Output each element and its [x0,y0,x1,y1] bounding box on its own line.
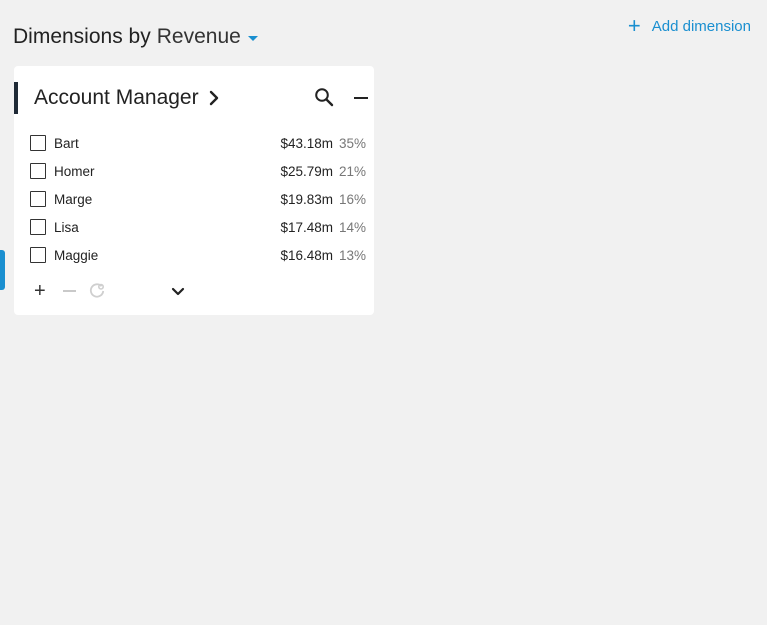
card-title-text: Account Manager [34,86,199,109]
plus-icon: + [627,13,641,38]
card-title-accent [14,82,18,114]
card-title[interactable]: Account Manager [34,85,219,111]
list-item[interactable]: Maggie $16.48m 13% [14,242,374,270]
page-title: Dimensions by [13,25,151,48]
list-item[interactable]: Lisa $17.48m 14% [14,214,374,242]
reset-icon [88,282,106,305]
metric-dropdown[interactable]: Revenue [157,24,241,50]
row-value: $16.48m [280,248,333,263]
row-percent: 35% [338,136,366,151]
row-name: Marge [54,192,93,207]
card-footer: + [14,280,374,302]
dimension-card: Account Manager Bart $43.18m 35% Homer $… [14,66,374,315]
chevron-down-icon[interactable] [171,284,185,302]
row-percent: 21% [338,164,366,179]
add-dimension-label: Add dimension [651,17,751,35]
row-checkbox[interactable] [30,219,46,235]
row-percent: 16% [338,192,366,207]
collapse-minus-icon[interactable] [354,97,368,99]
row-checkbox[interactable] [30,191,46,207]
row-checkbox[interactable] [30,247,46,263]
caret-down-icon[interactable] [247,35,258,41]
row-name: Lisa [54,220,79,235]
exclude-minus-icon [63,290,76,292]
row-name: Bart [54,136,79,151]
list-item[interactable]: Homer $25.79m 21% [14,158,374,186]
row-name: Maggie [54,248,99,263]
include-plus-icon[interactable]: + [34,280,46,302]
row-value: $17.48m [280,220,333,235]
row-percent: 14% [338,220,366,235]
row-value: $43.18m [280,136,333,151]
row-value: $25.79m [280,164,333,179]
side-panel-tab[interactable] [0,250,5,290]
page-header: Dimensions by Revenue [13,24,258,50]
add-dimension-button[interactable]: + Add dimension [627,13,751,38]
list-item[interactable]: Bart $43.18m 35% [14,130,374,158]
dimension-list: Bart $43.18m 35% Homer $25.79m 21% Marge… [14,130,374,270]
row-name: Homer [54,164,95,179]
chevron-right-icon [209,90,219,106]
search-icon[interactable] [314,87,334,112]
row-checkbox[interactable] [30,135,46,151]
row-checkbox[interactable] [30,163,46,179]
metric-label: Revenue [156,25,241,48]
row-value: $19.83m [280,192,333,207]
list-item[interactable]: Marge $19.83m 16% [14,186,374,214]
row-percent: 13% [338,248,366,263]
